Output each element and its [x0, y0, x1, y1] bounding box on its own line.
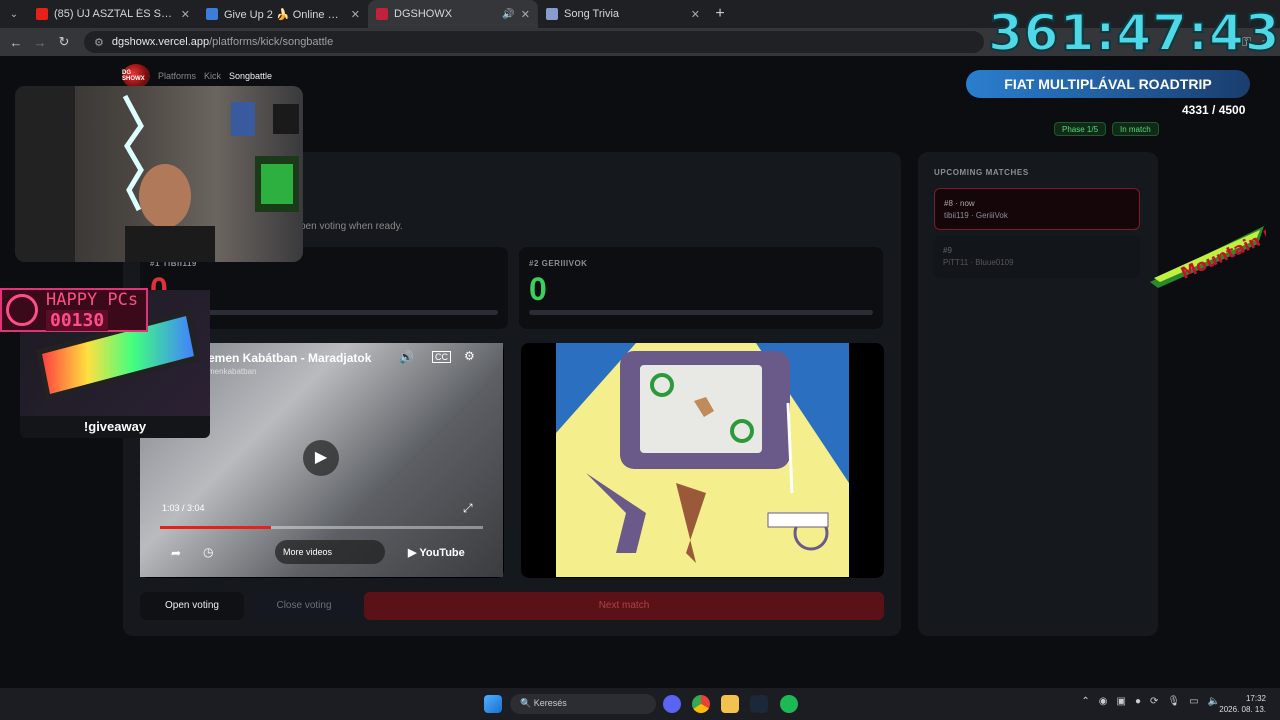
fullscreen-icon[interactable]: ⤢: [463, 501, 473, 516]
site-info-icon[interactable]: ⚙: [94, 36, 104, 49]
system-tray: ⌃ ◉ ▣ ● ⟳ 🎙 ▭ 🔈: [1081, 696, 1220, 707]
windows-taskbar: 🔍 Keresés ⌃ ◉ ▣ ● ⟳ 🎙 ▭ 🔈 17:32 2026. 08…: [0, 688, 1280, 720]
more-videos-button[interactable]: More videos: [275, 540, 385, 564]
reload-icon[interactable]: ↻: [52, 34, 76, 50]
tab-title: Song Trivia: [564, 8, 620, 20]
url-path: /platforms/kick/songbattle: [209, 36, 334, 48]
spotify-icon[interactable]: [780, 695, 798, 713]
browser-tab-1[interactable]: (85) ÚJ ASZTAL ÉS SZÉK ÖSSZERAKÁS ✕: [28, 0, 198, 28]
match-number: #9: [943, 246, 952, 255]
discord-icon[interactable]: [663, 695, 681, 713]
match-players: PiTT11 · Bluue0109: [943, 258, 1014, 267]
sync-tray-icon[interactable]: ⟳: [1150, 696, 1158, 707]
browser-tab-3[interactable]: DGSHOWX 🔊 ✕: [368, 0, 538, 28]
browser-tab-4[interactable]: Song Trivia ✕: [538, 0, 708, 28]
roadtrip-goal-count: 4331 / 4500: [1182, 103, 1246, 117]
match-number: #8 · now: [944, 199, 975, 208]
roadtrip-goal-bar: FIAT MULTIPLÁVAL ROADTRIP: [966, 70, 1250, 98]
microphone-icon[interactable]: 🎙: [1167, 696, 1180, 707]
chevron-up-icon[interactable]: ⌃: [1081, 696, 1089, 707]
share-icon[interactable]: ➦: [171, 546, 181, 560]
player-2-label: #2 GERIIIVOK: [529, 259, 588, 268]
nav-kick[interactable]: Kick: [204, 71, 221, 81]
match-players: tibii119 · GeriiiVok: [944, 211, 1008, 220]
file-explorer-icon[interactable]: [721, 695, 739, 713]
video-time: 1:03 / 3:04: [162, 503, 205, 513]
next-match-button[interactable]: Next match: [364, 592, 884, 620]
upcoming-matches-title: UPCOMING MATCHES: [934, 168, 1029, 177]
video-channel[interactable]: menkabatban: [208, 367, 256, 376]
phase-badge: Phase 1/5: [1054, 122, 1107, 136]
close-voting-button[interactable]: Close voting: [252, 592, 356, 620]
steam-icon[interactable]: [750, 695, 768, 713]
dgshowx-favicon-icon: [376, 8, 388, 20]
tab-search-chevron-icon[interactable]: ⌄: [0, 9, 28, 20]
forward-arrow-icon[interactable]: →: [28, 35, 52, 50]
tab-title: DGSHOWX: [394, 8, 453, 20]
start-windows-icon[interactable]: [484, 695, 502, 713]
open-voting-button[interactable]: Open voting: [140, 592, 244, 620]
mountain-dew-logo: Mountain Dew: [1150, 222, 1266, 288]
watch-later-clock-icon[interactable]: ◷: [203, 545, 213, 559]
taskbar-search[interactable]: 🔍 Keresés: [510, 694, 656, 714]
url-host: dgshowx.vercel.app: [111, 36, 210, 48]
play-button[interactable]: ▶: [303, 440, 339, 476]
taskbar-search-label: Keresés: [533, 698, 567, 708]
youtube-logo[interactable]: ▶ YouTube: [408, 546, 465, 559]
video-title[interactable]: emen Kabátban - Maradjatok: [208, 351, 371, 365]
back-arrow-icon[interactable]: ←: [4, 35, 28, 50]
happy-pcs-title: HAPPY PCs: [46, 290, 139, 310]
webcam-overlay: [15, 86, 303, 262]
taskbar-clock[interactable]: 17:32 2026. 08. 13.: [1219, 693, 1266, 715]
new-tab-icon[interactable]: +: [708, 5, 732, 23]
chrome-icon[interactable]: [692, 695, 710, 713]
close-tab-icon[interactable]: ✕: [181, 8, 190, 21]
close-tab-icon[interactable]: ✕: [691, 8, 700, 21]
stream-countdown-timer: 361:47:43: [987, 3, 1280, 63]
tab-title: Give Up 2 🍌 Online Game | Gam: [224, 8, 345, 21]
settings-gear-icon[interactable]: ⚙: [464, 349, 475, 363]
browser-tab-2[interactable]: Give Up 2 🍌 Online Game | Gam ✕: [198, 0, 368, 28]
player-2-vote-bar: [529, 310, 873, 315]
volume-tray-icon[interactable]: 🔈: [1208, 696, 1220, 707]
player-2-score: 0: [529, 271, 547, 307]
video-progress-bar[interactable]: [160, 526, 483, 529]
network-icon[interactable]: ▭: [1189, 696, 1198, 707]
url-field[interactable]: ⚙ dgshowx.vercel.app/platforms/kick/song…: [84, 31, 984, 53]
video-progress-fill: [160, 526, 271, 529]
folder-tray-icon[interactable]: ▣: [1117, 696, 1126, 707]
svg-text:Mountain Dew: Mountain Dew: [1178, 222, 1266, 283]
captions-icon[interactable]: CC: [432, 351, 451, 363]
player-2-card: #2 GERIIIVOK 0: [519, 247, 883, 329]
steam-tray-icon[interactable]: ◉: [1099, 696, 1108, 707]
trivia-favicon-icon: [546, 8, 558, 20]
close-tab-icon[interactable]: ✕: [351, 8, 360, 21]
giveaway-command: !giveaway: [20, 416, 210, 438]
upcoming-match-current[interactable]: #8 · now tibii119 · GeriiiVok: [934, 188, 1140, 230]
app-tray-icon[interactable]: ●: [1135, 696, 1141, 707]
game-favicon-icon: [206, 8, 218, 20]
nav-platforms[interactable]: Platforms: [158, 71, 196, 81]
happy-pcs-sponsor-badge: HAPPY PCs 00130: [0, 288, 148, 332]
cartoon-band-illustration: [556, 343, 849, 577]
clock-time: 17:32: [1245, 694, 1266, 703]
happy-pcs-code: 00130: [46, 310, 109, 331]
webcam-scene: [15, 86, 299, 262]
youtube-player-2[interactable]: [556, 343, 849, 577]
status-badge: In match: [1112, 122, 1159, 136]
clock-date: 2026. 08. 13.: [1219, 705, 1266, 714]
top-navigation: DG SHOWX Platforms Kick Songbattle: [122, 64, 272, 88]
youtube-logo-text: YouTube: [419, 547, 465, 559]
youtube-favicon-icon: [36, 8, 48, 20]
tab-title: (85) ÚJ ASZTAL ÉS SZÉK ÖSSZERAKÁS: [54, 8, 175, 20]
upcoming-match-next[interactable]: #9 PiTT11 · Bluue0109: [934, 236, 1140, 278]
close-tab-icon[interactable]: ✕: [521, 8, 530, 21]
happy-pcs-logo-icon: [6, 294, 38, 326]
voting-hint: pen voting when ready.: [300, 221, 403, 232]
speaker-icon[interactable]: 🔊: [502, 9, 514, 20]
dgshowx-logo[interactable]: DG SHOWX: [122, 64, 150, 88]
nav-songbattle[interactable]: Songbattle: [229, 71, 272, 81]
volume-icon[interactable]: 🔊: [399, 350, 414, 364]
